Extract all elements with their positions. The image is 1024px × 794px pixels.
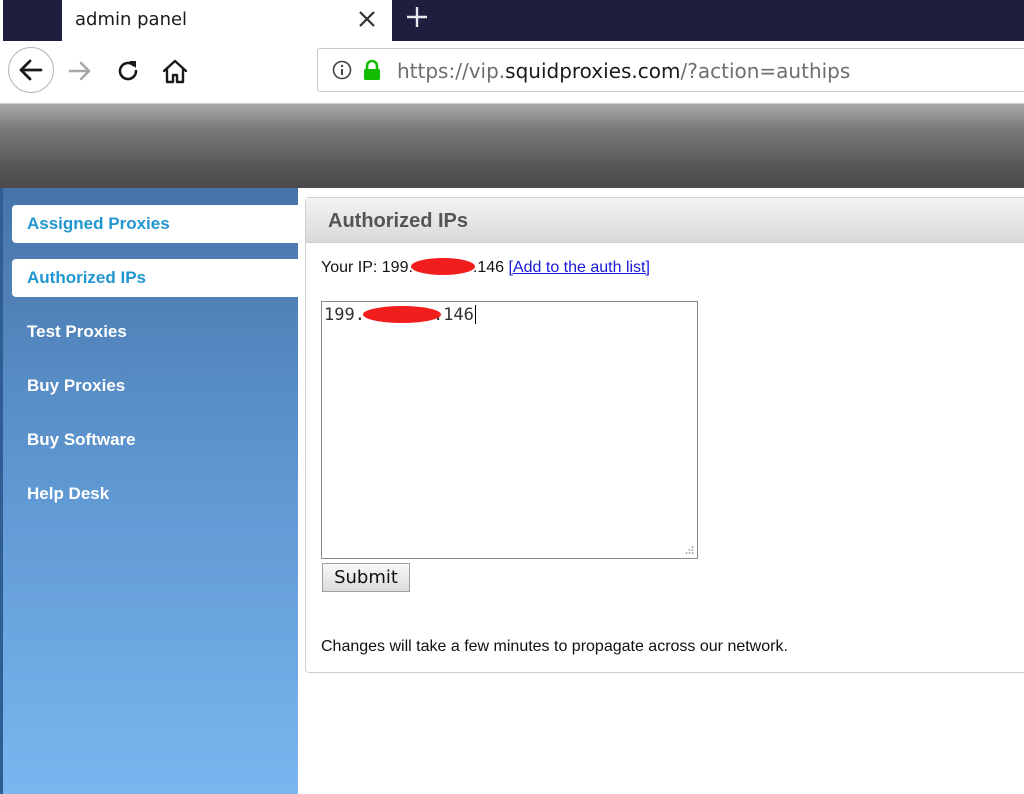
url-text[interactable]: https://vip.squidproxies.com/?action=aut… xyxy=(397,59,850,83)
your-ip-suffix: .146 xyxy=(472,259,505,276)
sidebar-item-buy-software[interactable]: Buy Software xyxy=(12,421,298,459)
authorized-ips-textarea[interactable]: 199. .146 xyxy=(321,301,698,559)
back-arrow-icon xyxy=(19,59,43,81)
page-title: Authorized IPs xyxy=(328,210,469,232)
propagation-note: Changes will take a few minutes to propa… xyxy=(321,638,788,655)
sidebar-item-help-desk[interactable]: Help Desk xyxy=(12,475,298,513)
browser-tab[interactable]: admin panel xyxy=(62,0,392,41)
tab-strip-edge xyxy=(0,0,3,41)
url-path: /?action=authips xyxy=(680,59,851,83)
url-subdomain: vip. xyxy=(468,59,506,83)
your-ip-line: Your IP: 199. .146 [Add to the auth list] xyxy=(321,258,650,277)
navigation-bar: https://vip.squidproxies.com/?action=aut… xyxy=(0,41,1024,104)
url-bar[interactable]: https://vip.squidproxies.com/?action=aut… xyxy=(317,48,1024,92)
sidebar-item-assigned-proxies[interactable]: Assigned Proxies xyxy=(12,205,298,243)
home-icon[interactable] xyxy=(160,56,190,86)
tab-title: admin panel xyxy=(75,9,188,30)
sidebar-item-test-proxies[interactable]: Test Proxies xyxy=(12,313,298,351)
sidebar-item-authorized-ips[interactable]: Authorized IPs xyxy=(12,259,298,297)
add-to-auth-list-link[interactable]: [Add to the auth list] xyxy=(509,259,650,276)
url-domain: squidproxies.com xyxy=(505,59,681,83)
textarea-suffix: .146 xyxy=(432,305,474,325)
your-ip-label: Your IP: 199. xyxy=(321,259,413,276)
redaction-mark xyxy=(362,306,441,323)
forward-arrow-icon[interactable] xyxy=(66,57,94,85)
plus-icon[interactable] xyxy=(404,4,430,30)
reload-icon[interactable] xyxy=(114,57,142,85)
textarea-prefix: 199. xyxy=(324,305,365,325)
lock-icon[interactable] xyxy=(362,59,382,81)
resize-grip-icon[interactable] xyxy=(684,545,694,555)
panel-header: Authorized IPs xyxy=(306,198,1024,243)
back-button[interactable] xyxy=(8,47,54,93)
info-icon[interactable] xyxy=(332,60,352,80)
tab-strip: admin panel xyxy=(0,0,1024,41)
sidebar-edge xyxy=(0,188,3,794)
close-icon[interactable] xyxy=(356,8,378,30)
redaction-mark xyxy=(410,258,475,275)
url-scheme: https:// xyxy=(397,59,469,83)
sidebar-item-buy-proxies[interactable]: Buy Proxies xyxy=(12,367,298,405)
content-panel: Authorized IPs Your IP: 199. .146 [Add to… xyxy=(305,197,1024,673)
text-caret xyxy=(474,305,476,324)
page-header xyxy=(0,104,1024,188)
submit-button[interactable]: Submit xyxy=(322,563,410,592)
